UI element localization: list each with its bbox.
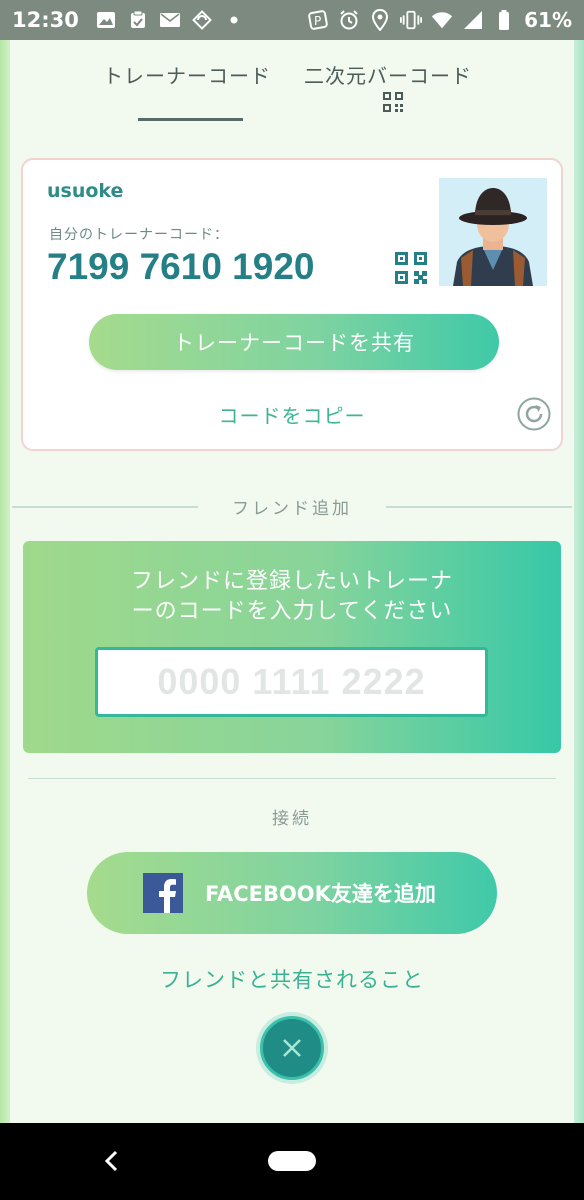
add-friend-instruction: フレンドに登録したいトレーナ ーのコードを入力してください: [23, 567, 561, 627]
close-icon: [260, 1016, 324, 1080]
connect-title: 接続: [272, 809, 312, 829]
tab-trainer-code[interactable]: トレーナーコード: [103, 60, 271, 89]
status-time: 12:30: [12, 8, 79, 32]
close-button[interactable]: [256, 1012, 328, 1084]
tab-bar: トレーナーコード 二次元バーコード: [0, 58, 584, 128]
trainer-avatar[interactable]: [439, 178, 547, 286]
notification-icons: [95, 9, 245, 31]
back-icon[interactable]: [100, 1148, 124, 1174]
alarm-icon: [338, 9, 360, 31]
instruction-line-1: フレンドに登録したいトレーナ: [130, 569, 453, 594]
home-pill[interactable]: [268, 1151, 316, 1171]
add-friend-box: フレンドに登録したいトレーナ ーのコードを入力してください: [23, 541, 561, 753]
copy-code-link[interactable]: コードをコピー: [23, 400, 561, 429]
add-friend-title: フレンド追加: [232, 499, 352, 519]
tab-qr-code[interactable]: 二次元バーコード: [304, 60, 472, 89]
divider-connect: [28, 778, 556, 779]
system-icons: P 61%: [307, 8, 572, 32]
username: usuoke: [47, 180, 124, 202]
trainer-code: 7199 7610 1920: [47, 246, 315, 287]
add-facebook-friends-button[interactable]: FACEBOOK友達を追加: [87, 852, 497, 934]
signal-icon: [462, 9, 484, 31]
friend-code-input[interactable]: [95, 647, 488, 717]
instruction-line-2: ーのコードを入力してください: [131, 599, 453, 624]
status-bar: 12:30 P 61%: [0, 0, 584, 40]
battery-percent: 61%: [524, 8, 572, 32]
navigation-bar: [0, 1123, 584, 1200]
nfc-icon: P: [307, 9, 329, 31]
mail-icon: [159, 9, 181, 31]
shared-info-link[interactable]: フレンドと共有されること: [0, 964, 584, 994]
dot-icon: [223, 9, 245, 31]
clipboard-icon: [127, 9, 149, 31]
facebook-icon: [143, 873, 183, 913]
trainer-card: usuoke 自分のトレーナーコード： 7199 7610 1920 トレーナー…: [21, 158, 563, 451]
active-tab-indicator: [138, 118, 243, 121]
battery-icon: [493, 9, 515, 31]
sync-icon: [191, 9, 213, 31]
location-icon: [369, 9, 391, 31]
qr-code-icon[interactable]: [383, 92, 403, 112]
image-icon: [95, 9, 117, 31]
share-trainer-code-button[interactable]: トレーナーコードを共有: [89, 314, 499, 370]
refresh-icon[interactable]: [517, 397, 551, 431]
qr-code-icon[interactable]: [395, 252, 427, 284]
svg-text:P: P: [314, 14, 321, 28]
wifi-icon: [431, 9, 453, 31]
trainer-code-label: 自分のトレーナーコード：: [49, 227, 229, 243]
vibrate-icon: [400, 9, 423, 31]
facebook-button-label: FACEBOOK友達を追加: [205, 882, 436, 906]
